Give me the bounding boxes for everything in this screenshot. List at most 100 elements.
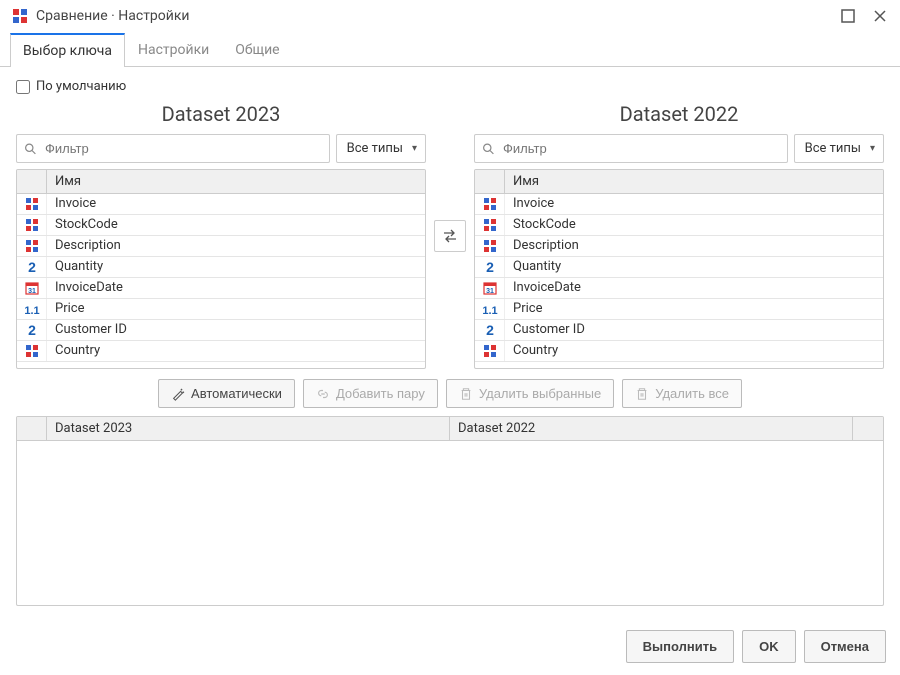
- type-string-icon: [17, 215, 47, 235]
- right-field-row[interactable]: 31 InvoiceDate: [475, 278, 883, 299]
- tab-general[interactable]: Общие: [222, 33, 292, 67]
- type-string-icon: [475, 236, 505, 256]
- type-string-icon: [17, 236, 47, 256]
- left-field-name: StockCode: [47, 215, 425, 235]
- close-button[interactable]: [872, 8, 888, 24]
- type-string-icon: [475, 341, 505, 361]
- type-float-icon: 1.1: [17, 299, 47, 319]
- left-dataset-title: Dataset 2023: [16, 102, 426, 126]
- left-name-header: Имя: [47, 170, 425, 193]
- trash-icon: [635, 387, 649, 401]
- right-field-name: Quantity: [505, 257, 883, 277]
- left-field-row[interactable]: StockCode: [17, 215, 425, 236]
- left-field-name: Description: [47, 236, 425, 256]
- left-field-name: Country: [47, 341, 425, 361]
- left-icon-header: [17, 170, 47, 193]
- titlebar: Сравнение · Настройки: [0, 0, 900, 32]
- left-field-name: Customer ID: [47, 320, 425, 340]
- right-field-row[interactable]: 1.1 Price: [475, 299, 883, 320]
- svg-text:2: 2: [486, 259, 494, 275]
- right-field-name: InvoiceDate: [505, 278, 883, 298]
- svg-text:31: 31: [486, 288, 494, 295]
- right-field-name: Invoice: [505, 194, 883, 214]
- type-string-icon: [475, 194, 505, 214]
- right-field-row[interactable]: Invoice: [475, 194, 883, 215]
- right-field-name: StockCode: [505, 215, 883, 235]
- right-type-dropdown[interactable]: Все типы: [794, 134, 884, 163]
- right-dataset-panel: Dataset 2022 Все типы Имя InvoiceStockCo…: [474, 102, 884, 369]
- footer: Выполнить OK Отмена: [0, 622, 900, 675]
- window-title: Сравнение · Настройки: [36, 8, 840, 24]
- type-string-icon: [17, 341, 47, 361]
- type-int-icon: 2: [475, 257, 505, 277]
- left-field-row[interactable]: Country: [17, 341, 425, 362]
- auto-button[interactable]: Автоматически: [158, 379, 295, 408]
- type-int-icon: 2: [475, 320, 505, 340]
- right-field-row[interactable]: Country: [475, 341, 883, 362]
- ok-button[interactable]: OK: [742, 630, 796, 663]
- right-field-row[interactable]: 2 Customer ID: [475, 320, 883, 341]
- type-int-icon: 2: [17, 257, 47, 277]
- right-field-name: Customer ID: [505, 320, 883, 340]
- svg-text:31: 31: [28, 288, 36, 295]
- right-field-row[interactable]: Description: [475, 236, 883, 257]
- left-field-row[interactable]: 2 Quantity: [17, 257, 425, 278]
- left-type-dropdown[interactable]: Все типы: [336, 134, 426, 163]
- svg-text:2: 2: [486, 322, 494, 338]
- link-icon: [316, 387, 330, 401]
- app-icon: [12, 8, 28, 24]
- right-field-name: Country: [505, 341, 883, 361]
- left-field-table: Имя InvoiceStockCodeDescription 2 Quantity…: [16, 169, 426, 369]
- search-icon: [24, 142, 37, 155]
- right-dataset-title: Dataset 2022: [474, 102, 884, 126]
- tab-settings[interactable]: Настройки: [125, 33, 222, 67]
- cancel-button[interactable]: Отмена: [804, 630, 886, 663]
- swap-button[interactable]: [434, 220, 466, 252]
- left-field-name: Quantity: [47, 257, 425, 277]
- execute-button[interactable]: Выполнить: [626, 630, 734, 663]
- type-string-icon: [17, 194, 47, 214]
- left-field-row[interactable]: 31 InvoiceDate: [17, 278, 425, 299]
- pairs-right-header: Dataset 2022: [450, 417, 853, 440]
- svg-text:2: 2: [28, 259, 36, 275]
- default-checkbox[interactable]: [16, 80, 30, 94]
- left-dataset-panel: Dataset 2023 Все типы Имя InvoiceStockCo…: [16, 102, 426, 369]
- pairs-handle-header: [17, 417, 47, 440]
- left-field-row[interactable]: 1.1 Price: [17, 299, 425, 320]
- right-field-row[interactable]: 2 Quantity: [475, 257, 883, 278]
- type-float-icon: 1.1: [475, 299, 505, 319]
- type-date-icon: 31: [17, 278, 47, 298]
- right-field-name: Description: [505, 236, 883, 256]
- add-pair-button[interactable]: Добавить пару: [303, 379, 438, 408]
- trash-icon: [459, 387, 473, 401]
- delete-selected-button[interactable]: Удалить выбранные: [446, 379, 614, 408]
- svg-text:1.1: 1.1: [482, 305, 497, 317]
- tab-key-selection[interactable]: Выбор ключа: [10, 33, 125, 67]
- tab-bar: Выбор ключа Настройки Общие: [0, 32, 900, 67]
- left-field-name: Price: [47, 299, 425, 319]
- right-field-name: Price: [505, 299, 883, 319]
- maximize-button[interactable]: [840, 8, 856, 24]
- left-field-row[interactable]: Invoice: [17, 194, 425, 215]
- pairs-end-header: [853, 417, 883, 440]
- right-field-row[interactable]: StockCode: [475, 215, 883, 236]
- delete-all-button[interactable]: Удалить все: [622, 379, 742, 408]
- wand-icon: [171, 387, 185, 401]
- type-string-icon: [475, 215, 505, 235]
- type-int-icon: 2: [17, 320, 47, 340]
- right-field-table: Имя InvoiceStockCodeDescription 2 Quantity…: [474, 169, 884, 369]
- left-filter-input[interactable]: [16, 134, 330, 163]
- left-field-row[interactable]: 2Customer ID: [17, 320, 425, 341]
- left-field-name: InvoiceDate: [47, 278, 425, 298]
- search-icon: [482, 142, 495, 155]
- right-name-header: Имя: [505, 170, 883, 193]
- pairs-table: Dataset 2023 Dataset 2022: [16, 416, 884, 606]
- pairs-left-header: Dataset 2023: [47, 417, 450, 440]
- right-icon-header: [475, 170, 505, 193]
- right-filter-input[interactable]: [474, 134, 788, 163]
- default-checkbox-label: По умолчанию: [36, 79, 126, 94]
- svg-text:1.1: 1.1: [24, 305, 39, 317]
- left-field-name: Invoice: [47, 194, 425, 214]
- left-field-row[interactable]: Description: [17, 236, 425, 257]
- type-date-icon: 31: [475, 278, 505, 298]
